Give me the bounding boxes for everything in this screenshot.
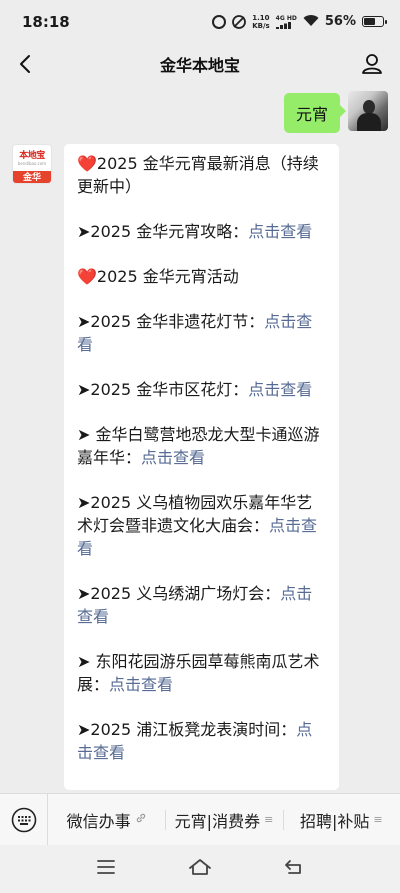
page-title: 金华本地宝 (159, 56, 240, 75)
battery-tip (385, 20, 387, 24)
status-bar: 18:18 1.10 KB/s 4G HD 56% (0, 0, 400, 44)
user-avatar[interactable] (348, 91, 388, 131)
heart-icon: ❤️ (77, 267, 97, 286)
user-message: 元宵 (283, 91, 388, 133)
reply-item: ➤2025 义乌绣湖广场灯会：点击查看 (77, 582, 327, 628)
reply-item: ➤2025 义乌植物园欢乐嘉年华艺术灯会暨非遗文化大庙会：点击查看 (77, 491, 327, 560)
menu-item-lantern-coupons[interactable]: 元宵|消费券 ≡ (165, 794, 282, 846)
reply-item: ➤2025 金华非遗花灯节：点击查看 (77, 310, 327, 356)
reply-item: ➤ 东阳花园游乐园草莓熊南瓜艺术展：点击查看 (77, 650, 327, 696)
reply-item: ➤2025 金华市区花灯：点击查看 (77, 378, 327, 401)
reply-item-text: 2025 金华元宵活动 (96, 267, 239, 286)
mute-icon (232, 14, 247, 29)
battery-fill (364, 18, 376, 25)
alarm-icon (212, 14, 227, 29)
status-indicators: 1.10 KB/s 4G HD 56% (212, 12, 387, 31)
system-navigation-bar (0, 845, 400, 893)
reply-item-text: 2025 金华非遗花灯节： (90, 312, 265, 331)
status-time: 18:18 (22, 13, 70, 31)
arrow-icon: ➤ (77, 222, 91, 241)
view-link[interactable]: 点击查看 (109, 675, 173, 694)
home-icon[interactable] (188, 857, 212, 881)
link-icon (135, 812, 147, 827)
nav-bar: 金华本地宝 (0, 44, 400, 84)
network-type: 4G HD (275, 14, 297, 22)
bot-logo: 本地宝 bendibao.com (13, 145, 51, 171)
keyboard-icon[interactable] (0, 793, 48, 846)
user-message-text: 元宵 (295, 105, 328, 124)
person-icon[interactable] (358, 50, 386, 78)
avatar-body (357, 113, 381, 131)
menu-item-jobs-subsidies[interactable]: 招聘|补贴 ≡ (282, 794, 400, 846)
reply-item: ➤2025 浦江板凳龙表演时间：点击查看 (77, 718, 327, 764)
reply-item-text: 2025 金华元宵攻略： (90, 222, 249, 241)
net-speed: 1.10 KB/s (252, 14, 269, 30)
heart-icon: ❤️ (77, 154, 97, 173)
menu-item-label: 微信办事 (66, 811, 131, 831)
arrow-icon: ➤ (77, 312, 91, 331)
official-account-menu: 微信办事 元宵|消费券 ≡ 招聘|补贴 ≡ (0, 793, 400, 846)
battery-percent: 56% (324, 14, 356, 29)
arrow-icon: ➤ (77, 584, 91, 603)
wifi-icon (303, 12, 319, 31)
bot-logo-url: bendibao.com (17, 160, 47, 166)
bot-city-label: 金华 (13, 171, 51, 183)
avatar-head (363, 100, 375, 114)
view-link[interactable]: 点击查看 (141, 448, 205, 467)
arrow-icon: ➤ (77, 493, 91, 512)
reply-item: ➤2025 金华元宵攻略：点击查看 (77, 220, 327, 243)
menu-item-label: 元宵|消费券 (174, 811, 261, 831)
view-link[interactable]: 点击查看 (248, 222, 312, 241)
reply-item-text: 2025 浦江板凳龙表演时间： (90, 720, 297, 739)
reply-item-text: 2025 义乌绣湖广场灯会： (90, 584, 281, 603)
reply-item-text: 2025 金华元宵最新消息（持续更新中） (77, 154, 319, 196)
reply-item: ❤️2025 金华元宵最新消息（持续更新中） (77, 152, 327, 198)
arrow-icon: ➤ (77, 720, 91, 739)
reply-list: ❤️2025 金华元宵最新消息（持续更新中） ➤2025 金华元宵攻略：点击查看 ❤… (77, 152, 327, 764)
submenu-icon: ≡ (264, 813, 274, 826)
back-icon[interactable] (283, 857, 305, 881)
view-link[interactable]: 点击查看 (248, 380, 312, 399)
arrow-icon: ➤ (77, 425, 91, 444)
menu-item-wechat-services[interactable]: 微信办事 (48, 794, 165, 846)
bot-reply-bubble: ❤️2025 金华元宵最新消息（持续更新中） ➤2025 金华元宵攻略：点击查看 ❤… (64, 144, 339, 790)
signal-icon: 4G HD (275, 14, 297, 29)
user-message-bubble[interactable]: 元宵 (283, 93, 347, 133)
net-speed-unit: KB/s (252, 21, 270, 30)
arrow-icon: ➤ (77, 652, 91, 671)
net-speed-value: 1.10 (252, 13, 270, 22)
battery-icon (362, 16, 387, 27)
menu-icon[interactable] (95, 858, 117, 880)
bot-logo-text: 本地宝 (19, 150, 45, 161)
menu-item-label: 招聘|补贴 (300, 811, 370, 831)
reply-item: ➤ 金华白鹭营地恐龙大型卡通巡游嘉年华：点击查看 (77, 423, 327, 469)
bot-avatar[interactable]: 本地宝 bendibao.com 金华 (12, 144, 52, 184)
arrow-icon: ➤ (77, 380, 91, 399)
reply-item: ❤️2025 金华元宵活动 (77, 265, 327, 288)
reply-item-text: 2025 金华市区花灯： (90, 380, 249, 399)
submenu-icon: ≡ (373, 813, 383, 826)
